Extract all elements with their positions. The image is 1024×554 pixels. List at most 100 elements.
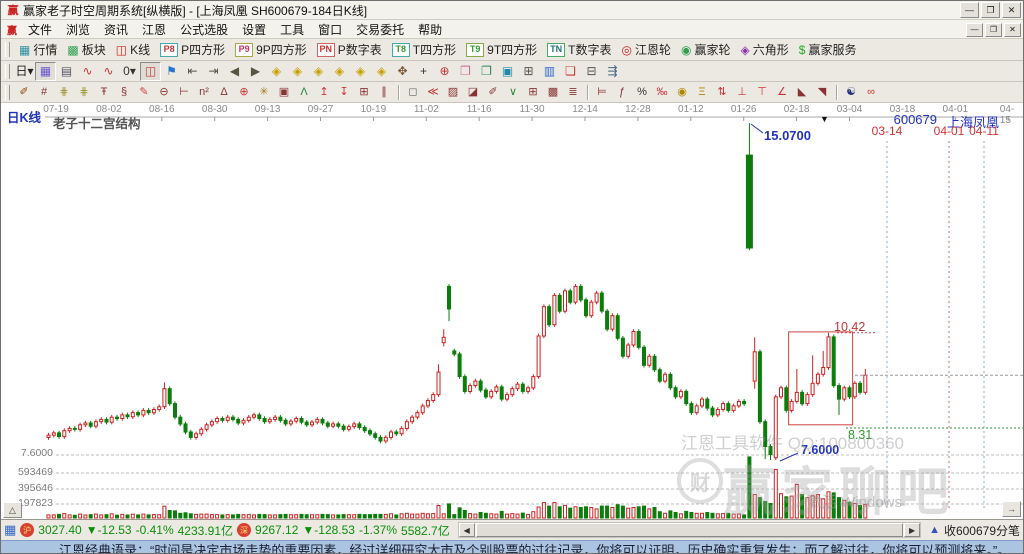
toolbar-grip[interactable] (5, 64, 10, 79)
select-frame-tool[interactable]: ◻ (403, 83, 423, 102)
menu-item-资讯[interactable]: 资讯 (97, 20, 135, 39)
triple-line-tool[interactable]: ≣ (563, 83, 583, 102)
arrow-down-tool[interactable]: ↧ (334, 83, 354, 102)
gann-diamond-1[interactable]: ◈ (266, 62, 287, 81)
step-back-button[interactable]: ◀ (224, 62, 245, 81)
menu-item-浏览[interactable]: 浏览 (59, 20, 97, 39)
kline-highlight-button[interactable]: ◫ (140, 62, 161, 81)
send-button[interactable]: ⇶ (602, 62, 623, 81)
wave-tool[interactable]: Λ (294, 83, 314, 102)
hexagon-button[interactable]: ◈六角形 (736, 40, 794, 59)
menu-item-工具[interactable]: 工具 (273, 20, 311, 39)
hatch-box-tool[interactable]: ▨ (443, 83, 463, 102)
close-button[interactable]: ✕ (1002, 2, 1021, 18)
p-square-button[interactable]: P8P四方形 (155, 40, 230, 59)
arrow-up-tool[interactable]: ↥ (314, 83, 334, 102)
mdi-minimize-button[interactable]: — (966, 23, 983, 37)
stamp-button[interactable]: ❒ (455, 62, 476, 81)
kline-button[interactable]: ◫K线 (111, 40, 155, 59)
grid-overlay-tool[interactable]: ⊞ (354, 83, 374, 102)
golden-ring-tool[interactable]: ◉ (672, 83, 692, 102)
gann-diamond-3[interactable]: ◈ (308, 62, 329, 81)
percent-tool[interactable]: % (632, 83, 652, 102)
winner-wheel-button[interactable]: ◉赢家轮 (676, 40, 736, 59)
menu-item-文件[interactable]: 文件 (21, 20, 59, 39)
menu-item-帮助[interactable]: 帮助 (411, 20, 449, 39)
toolbar-grip[interactable] (5, 42, 10, 57)
dense-grid-tool[interactable]: ▩ (543, 83, 563, 102)
flag-marker-button[interactable]: ⚑ (161, 62, 182, 81)
step-forward-button[interactable]: ▶ (245, 62, 266, 81)
restore-button[interactable]: ❐ (981, 2, 1000, 18)
check-wave-tool[interactable]: ∨ (503, 83, 523, 102)
freehand-tool[interactable]: ✐ (483, 83, 503, 102)
note-panel-button[interactable]: ▤ (56, 62, 77, 81)
gann-diamond-2[interactable]: ◈ (287, 62, 308, 81)
yin-yang-tool[interactable]: ☯ (841, 83, 861, 102)
trend-line-a-button[interactable]: ∿ (77, 62, 98, 81)
models-tool[interactable]: ⊨ (592, 83, 612, 102)
circle-compass-tool[interactable]: ⊕ (234, 83, 254, 102)
menu-item-江恩[interactable]: 江恩 (135, 20, 173, 39)
winner-service-button[interactable]: $赢家服务 (794, 40, 862, 59)
gann-square-small-tool[interactable]: ⋕ (54, 83, 74, 102)
crosshair-button[interactable]: + (413, 62, 434, 81)
corner-upper-tool[interactable]: ◥ (812, 83, 832, 102)
lattice-tool[interactable]: ⊞ (523, 83, 543, 102)
t-square-tool[interactable]: Ŧ (94, 83, 114, 102)
drop-marker-dropdown[interactable]: 0▾ (119, 62, 140, 81)
toolbar-grip[interactable] (5, 85, 10, 100)
p-number-table-button[interactable]: PNP数字表 (312, 40, 387, 59)
corner-box-tool[interactable]: ◪ (463, 83, 483, 102)
menu-item-公式选股[interactable]: 公式选股 (173, 20, 235, 39)
menu-item-交易委托[interactable]: 交易委托 (349, 20, 411, 39)
t-number-table-button[interactable]: TNT数字表 (542, 40, 616, 59)
gann-square-large-tool[interactable]: ⋕ (74, 83, 94, 102)
gann-diamond-6[interactable]: ◈ (371, 62, 392, 81)
picker-button[interactable]: ⊕ (434, 62, 455, 81)
pan-hand-button[interactable]: ✥ (392, 62, 413, 81)
angle-tool[interactable]: Δ (214, 83, 234, 102)
period-day-dropdown[interactable]: 日▾ (14, 62, 35, 81)
calendar-button[interactable]: ▣ (497, 62, 518, 81)
scroll-left-arrow[interactable]: ◀ (459, 523, 475, 537)
mdi-restore-button[interactable]: ❐ (985, 23, 1002, 37)
pen-tool[interactable]: ✐ (14, 83, 34, 102)
chart-area[interactable]: 日K线 老子十二宫结构 600679 上海凤凰 07-1908-0208-160… (1, 103, 1024, 519)
p9-square-button[interactable]: P99P四方形 (230, 40, 312, 59)
ruler-tool[interactable]: ⊢ (174, 83, 194, 102)
expand-panel-button[interactable]: △ (3, 502, 22, 518)
permille-tool[interactable]: ‰ (652, 83, 672, 102)
pencil-tool[interactable]: ✎ (134, 83, 154, 102)
fan-lines-tool[interactable]: ≪ (423, 83, 443, 102)
photo-frame-tool[interactable]: ▣ (274, 83, 294, 102)
ray-burst-tool[interactable]: ✳ (254, 83, 274, 102)
menu-item-设置[interactable]: 设置 (235, 20, 273, 39)
parallel-tool[interactable]: ∥ (374, 83, 394, 102)
menu-item-窗口[interactable]: 窗口 (311, 20, 349, 39)
angle-line-tool[interactable]: ∠ (772, 83, 792, 102)
support-tool[interactable]: ⊥ (732, 83, 752, 102)
report-button[interactable]: ▥ (539, 62, 560, 81)
shenzhen-exchange-icon[interactable]: 深 (237, 523, 251, 537)
shanghai-exchange-icon[interactable]: 沪 (20, 523, 34, 537)
t-square-button[interactable]: T8T四方形 (387, 40, 461, 59)
updown-arrows-tool[interactable]: ⇅ (712, 83, 732, 102)
corner-lower-tool[interactable]: ◣ (792, 83, 812, 102)
mdi-close-button[interactable]: ✕ (1004, 23, 1021, 37)
scroll-right-arrow[interactable]: ▶ (904, 523, 920, 537)
infinity-tool[interactable]: ∞ (861, 83, 881, 102)
ellipse-cycle-tool[interactable]: ⊖ (154, 83, 174, 102)
minimize-button[interactable]: — (960, 2, 979, 18)
golden-section-tool[interactable]: Ξ (692, 83, 712, 102)
calculator-button[interactable]: ⊞ (518, 62, 539, 81)
jump-last-button[interactable]: ⇥ (203, 62, 224, 81)
hash-grid-tool[interactable]: # (34, 83, 54, 102)
corner-arrow-button[interactable]: → (1002, 501, 1021, 517)
kline-style-button[interactable]: ▦ (35, 62, 56, 81)
quotes-button[interactable]: ▦行情 (14, 40, 62, 59)
sectors-button[interactable]: ▩板块 (62, 40, 110, 59)
horizontal-scrollbar[interactable]: ◀ ▶ (458, 522, 921, 538)
jump-first-button[interactable]: ⇤ (182, 62, 203, 81)
print-button[interactable]: ⊟ (581, 62, 602, 81)
